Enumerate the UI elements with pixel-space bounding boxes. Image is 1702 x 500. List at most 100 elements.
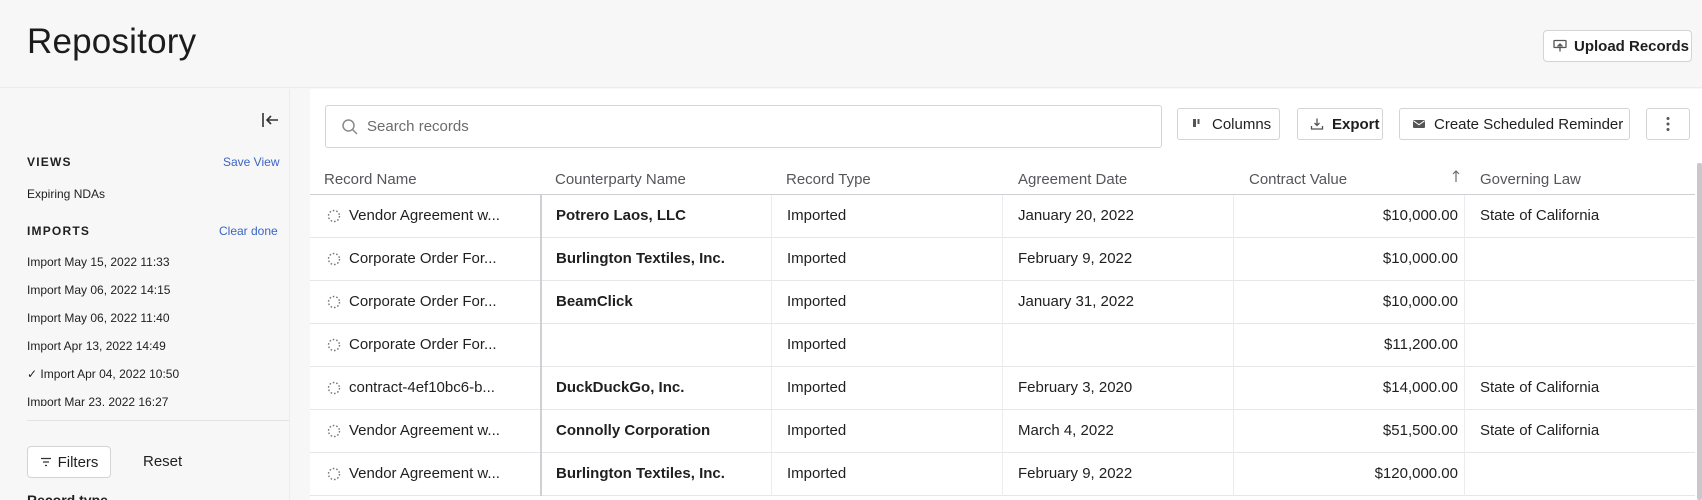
- export-button[interactable]: Export: [1297, 108, 1383, 140]
- column-divider: [1002, 453, 1003, 496]
- column-header-governing-law[interactable]: Governing Law: [1480, 171, 1581, 188]
- record-name-cell[interactable]: Corporate Order For...: [349, 293, 534, 310]
- import-item[interactable]: Import May 06, 2022 14:15: [27, 283, 170, 297]
- column-divider: [540, 453, 542, 496]
- column-divider: [1002, 367, 1003, 410]
- column-header-record-name[interactable]: Record Name: [324, 171, 417, 188]
- import-item[interactable]: ✓ Import Apr 04, 2022 10:50: [27, 367, 179, 381]
- column-divider: [771, 453, 772, 496]
- column-divider: [1464, 195, 1465, 238]
- agreement-date-cell: February 3, 2020: [1018, 379, 1133, 396]
- filters-button[interactable]: Filters: [27, 446, 111, 478]
- upload-records-button[interactable]: Upload Records: [1543, 30, 1692, 62]
- column-divider: [1002, 410, 1003, 453]
- loading-spinner-icon: [327, 381, 341, 395]
- download-icon: [1310, 117, 1324, 131]
- column-header-agreement-date[interactable]: Agreement Date: [1018, 171, 1127, 188]
- column-divider: [1464, 324, 1465, 367]
- import-item[interactable]: Import Apr 13, 2022 14:49: [27, 339, 166, 353]
- page-title: Repository: [27, 22, 197, 61]
- column-header-record-type[interactable]: Record Type: [786, 171, 871, 188]
- filter-icon: [40, 457, 52, 467]
- counterparty-cell: Burlington Textiles, Inc.: [556, 250, 725, 267]
- sort-ascending-icon[interactable]: [1451, 169, 1461, 183]
- view-item[interactable]: Expiring NDAs: [27, 187, 105, 201]
- column-divider: [540, 324, 542, 367]
- column-divider: [540, 367, 542, 410]
- columns-icon: [1190, 117, 1204, 131]
- scrollbar-thumb[interactable]: [1697, 163, 1702, 500]
- record-type-cell: Imported: [787, 422, 847, 439]
- column-divider: [1002, 324, 1003, 367]
- table-row[interactable]: contract-4ef10bc6-b... DuckDuckGo, Inc. Im…: [310, 367, 1695, 410]
- column-divider: [771, 281, 772, 324]
- column-divider: [1233, 410, 1234, 453]
- main-panel: Columns Export Create Scheduled Reminder…: [310, 89, 1702, 500]
- vertical-scrollbar[interactable]: [1697, 163, 1702, 500]
- contract-value-cell: $10,000.00: [1382, 293, 1458, 310]
- record-type-cell: Imported: [787, 336, 847, 353]
- more-options-button[interactable]: [1646, 108, 1690, 140]
- column-divider: [1233, 324, 1234, 367]
- record-type-cell: Imported: [787, 250, 847, 267]
- table-row[interactable]: Corporate Order For... Imported $11,200.00: [310, 324, 1695, 367]
- filters-label: Filters: [57, 453, 99, 471]
- agreement-date-cell: January 31, 2022: [1018, 293, 1134, 310]
- column-header-contract-value[interactable]: Contract Value: [1249, 171, 1347, 188]
- mail-icon: [1412, 117, 1426, 131]
- column-divider: [1233, 195, 1234, 238]
- import-item[interactable]: Import May 06, 2022 11:40: [27, 311, 170, 325]
- contract-value-cell: $51,500.00: [1382, 422, 1458, 439]
- column-divider: [1464, 453, 1465, 496]
- table-row[interactable]: Corporate Order For... BeamClick Imported J…: [310, 281, 1695, 324]
- column-divider: [1002, 238, 1003, 281]
- counterparty-cell: Burlington Textiles, Inc.: [556, 465, 725, 482]
- save-view-link[interactable]: Save View: [223, 155, 279, 169]
- clear-done-link[interactable]: Clear done: [219, 224, 278, 238]
- record-name-cell[interactable]: Corporate Order For...: [349, 250, 534, 267]
- counterparty-cell: Connolly Corporation: [556, 422, 711, 439]
- records-table: Record Name Counterparty Name Record Typ…: [310, 164, 1695, 496]
- columns-button[interactable]: Columns: [1177, 108, 1280, 140]
- export-label: Export: [1332, 115, 1380, 133]
- table-row[interactable]: Corporate Order For... Burlington Textile…: [310, 238, 1695, 281]
- counterparty-cell: BeamClick: [556, 293, 633, 310]
- contract-value-cell: $10,000.00: [1382, 250, 1458, 267]
- table-row[interactable]: Vendor Agreement w... Potrero Laos, LLC Im…: [310, 195, 1695, 238]
- column-divider: [771, 367, 772, 410]
- import-item[interactable]: Import Mar 23, 2022 16:27: [27, 395, 168, 406]
- create-reminder-button[interactable]: Create Scheduled Reminder: [1399, 108, 1630, 140]
- table-header: Record Name Counterparty Name Record Typ…: [310, 164, 1695, 195]
- table-row[interactable]: Vendor Agreement w... Connolly Corporatio…: [310, 410, 1695, 453]
- record-name-cell[interactable]: Vendor Agreement w...: [349, 422, 534, 439]
- record-name-cell[interactable]: Vendor Agreement w...: [349, 207, 534, 224]
- record-name-cell[interactable]: Corporate Order For...: [349, 336, 534, 353]
- record-type-cell: Imported: [787, 379, 847, 396]
- reset-button[interactable]: Reset: [143, 453, 182, 470]
- column-header-counterparty[interactable]: Counterparty Name: [555, 171, 686, 188]
- table-row[interactable]: Vendor Agreement w... Burlington Textiles…: [310, 453, 1695, 496]
- imports-heading: IMPORTS: [27, 224, 91, 238]
- record-type-cell: Imported: [787, 207, 847, 224]
- record-name-cell[interactable]: Vendor Agreement w...: [349, 465, 534, 482]
- search-input[interactable]: [367, 118, 1147, 135]
- agreement-date-cell: February 9, 2022: [1018, 465, 1133, 482]
- governing-law-cell: State of California: [1480, 379, 1600, 396]
- collapse-sidebar-icon[interactable]: [259, 109, 281, 131]
- record-name-cell[interactable]: contract-4ef10bc6-b...: [349, 379, 534, 396]
- sidebar: VIEWS Save View Expiring NDAs IMPORTS Cl…: [0, 89, 290, 500]
- upload-icon: [1553, 39, 1567, 53]
- column-divider: [771, 324, 772, 367]
- agreement-date-cell: February 9, 2022: [1018, 250, 1133, 267]
- column-divider: [540, 410, 542, 453]
- import-item[interactable]: Import May 15, 2022 11:33: [27, 255, 170, 269]
- upload-records-label: Upload Records: [1574, 37, 1690, 55]
- column-divider: [540, 281, 542, 324]
- columns-label: Columns: [1212, 115, 1272, 133]
- loading-spinner-icon: [327, 424, 341, 438]
- search-box[interactable]: [325, 105, 1162, 148]
- column-divider: [771, 410, 772, 453]
- governing-law-cell: State of California: [1480, 207, 1600, 224]
- column-divider: [1464, 238, 1465, 281]
- column-divider: [540, 195, 542, 238]
